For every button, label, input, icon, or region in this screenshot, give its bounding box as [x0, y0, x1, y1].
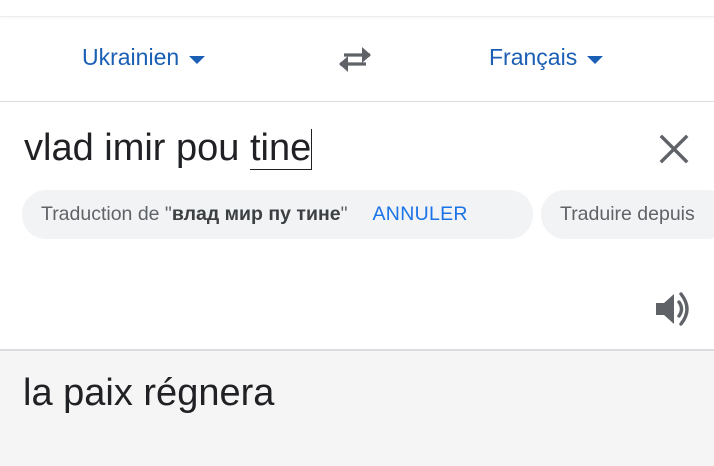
translate-from-chip[interactable]: Traduire depuis: [541, 190, 714, 239]
listen-source-button[interactable]: [653, 290, 695, 328]
translation-suggestion-chip[interactable]: Traduction de " влад мир пу тине " ANNUL…: [22, 190, 533, 239]
translation-output-area: la paix régnera: [0, 351, 714, 466]
target-language-selector[interactable]: Français: [489, 44, 604, 71]
translate-from-label: Traduire depuis: [560, 203, 695, 225]
speaker-icon: [656, 292, 689, 326]
target-language-label: Français: [489, 44, 578, 70]
source-text-plain: vlad imir pou: [24, 127, 250, 169]
language-bar: Ukrainien Français: [0, 18, 714, 102]
close-icon: [659, 134, 689, 164]
clear-input-button[interactable]: [652, 127, 696, 171]
suggestion-suffix: ": [340, 203, 348, 225]
swap-arrows-icon: [339, 47, 371, 72]
suggestion-bold-text: влад мир пу тине: [171, 203, 341, 225]
source-input-area[interactable]: vlad imir pou tine Traduction de " влад …: [0, 103, 714, 349]
suggestion-prefix: Traduction de ": [41, 203, 172, 225]
source-language-label: Ukrainien: [82, 44, 180, 70]
source-text-input[interactable]: vlad imir pou tine: [24, 127, 313, 170]
caret-down-icon: [587, 55, 604, 64]
translation-output-text: la paix régnera: [23, 372, 275, 414]
cancel-suggestion-button[interactable]: ANNULER: [373, 203, 468, 226]
source-language-selector[interactable]: Ukrainien: [82, 44, 206, 71]
source-text-composing: tine: [249, 127, 313, 170]
swap-languages-button[interactable]: [336, 42, 374, 76]
caret-down-icon: [189, 55, 206, 64]
top-strip: [0, 0, 714, 17]
